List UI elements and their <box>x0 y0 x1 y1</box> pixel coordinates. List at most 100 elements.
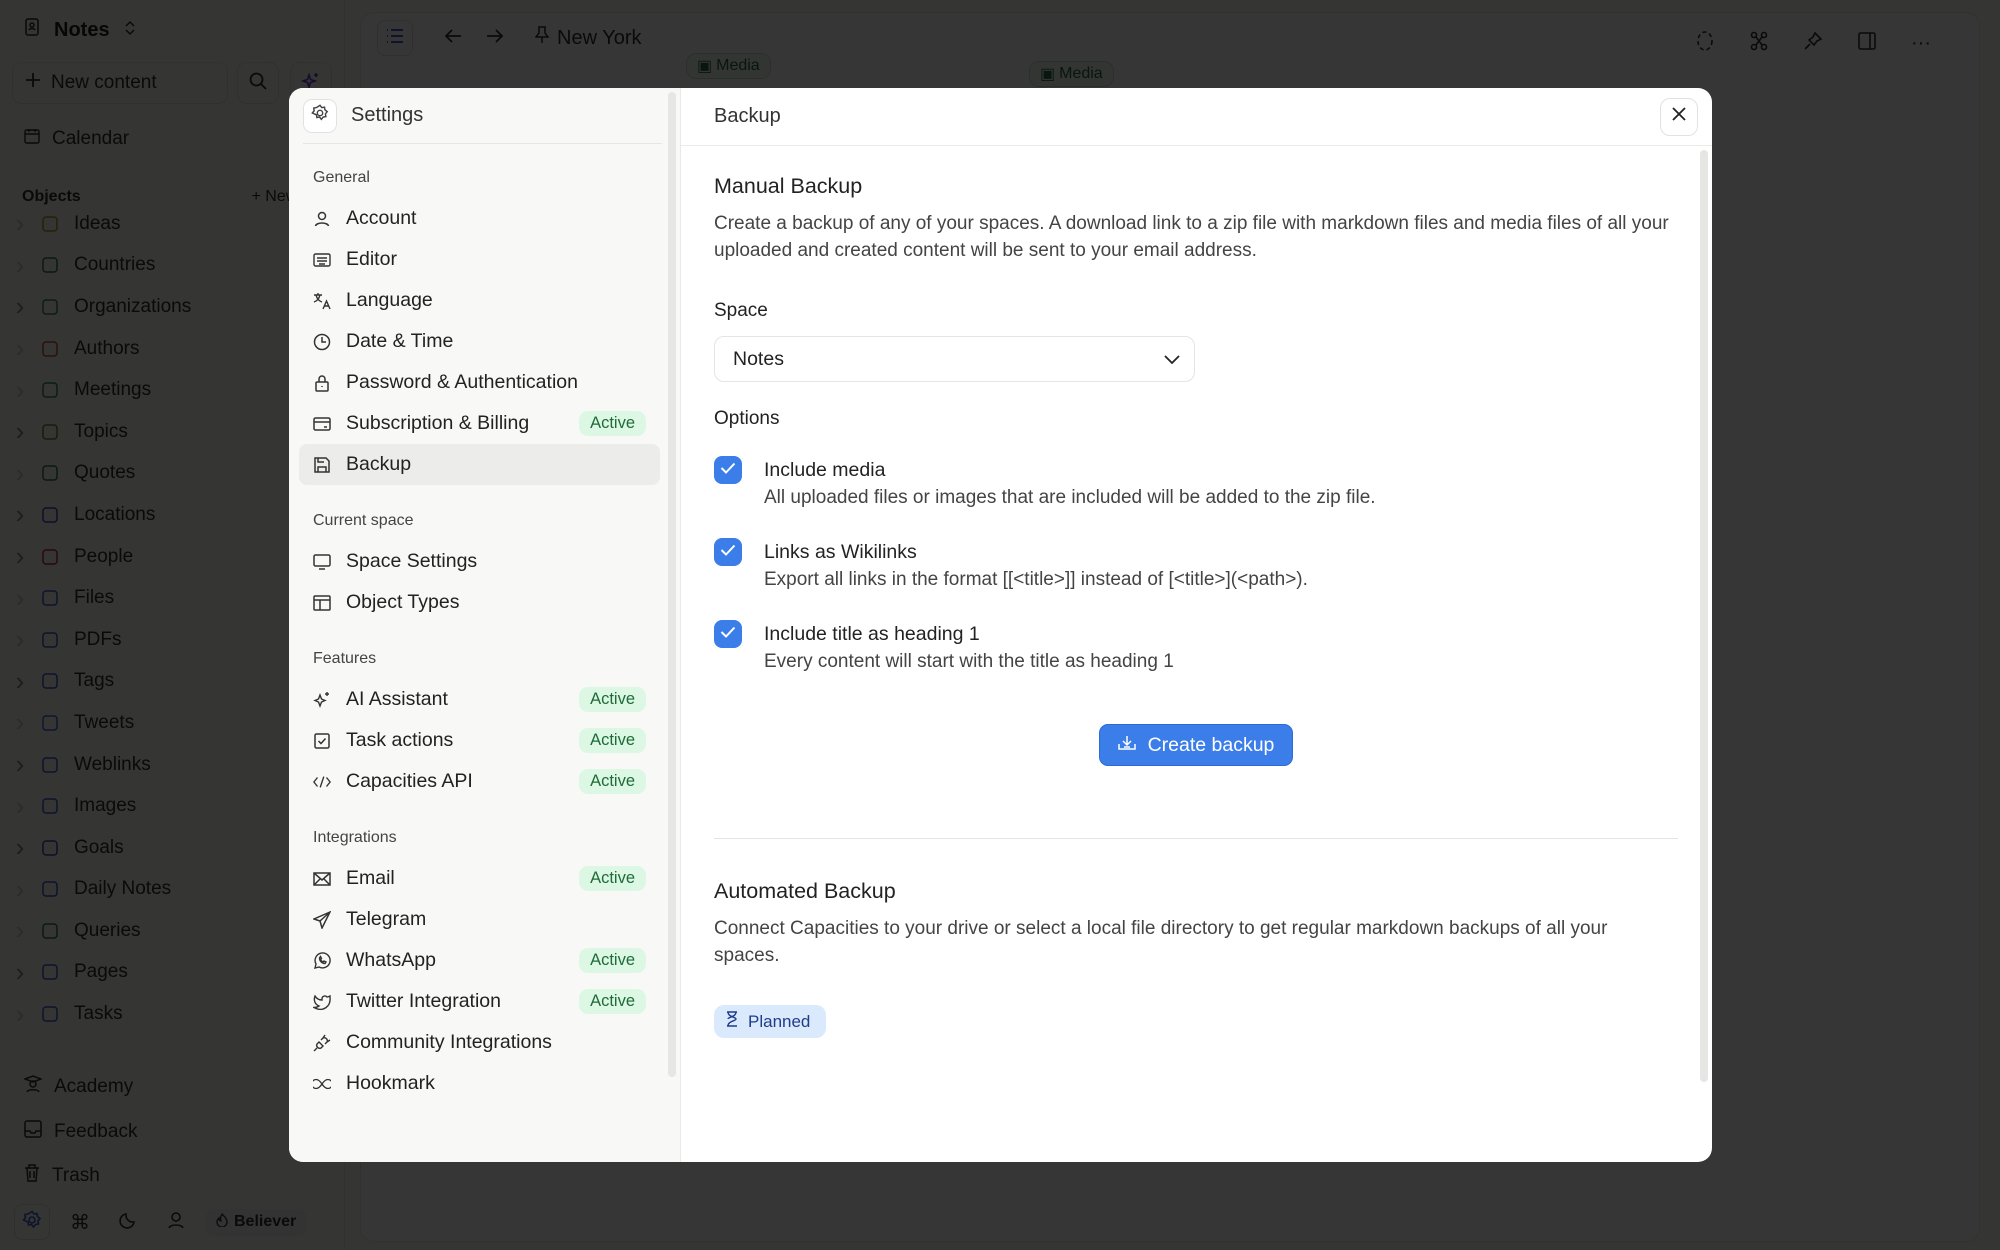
option-checkbox[interactable] <box>714 620 742 648</box>
sparkles-icon <box>313 691 331 709</box>
whatsapp-icon <box>313 951 331 970</box>
nav-item-label: Space Settings <box>346 550 478 572</box>
nav-item-label: Object Types <box>346 591 460 613</box>
status-badge: Active <box>579 866 646 891</box>
translate-icon <box>313 292 331 310</box>
nav-item-label: Subscription & Billing <box>346 412 530 434</box>
check-icon <box>720 625 736 643</box>
manual-backup-description: Create a backup of any of your spaces. A… <box>714 213 1669 261</box>
planned-label: Planned <box>748 1011 811 1031</box>
content-scrollbar[interactable] <box>1700 150 1708 1082</box>
settings-nav-item[interactable]: Date & Time <box>299 321 660 362</box>
nav-item-label: Account <box>346 207 417 229</box>
plug-icon <box>313 1034 331 1052</box>
manual-backup-title: Manual Backup <box>714 174 863 198</box>
status-badge: Active <box>579 769 646 794</box>
options-label: Options <box>714 408 780 429</box>
settings-nav-item[interactable]: Language <box>299 280 660 321</box>
panel-header: Backup <box>681 88 1712 146</box>
settings-nav: Settings General Account Editor Language Dat… <box>289 88 681 1162</box>
option-description: Export all links in the format [[<title>… <box>764 569 1308 590</box>
settings-nav-item[interactable]: Password & Authentication <box>299 362 660 403</box>
settings-nav-item[interactable]: AI Assistant Active <box>299 679 660 720</box>
nav-item-label: Language <box>346 289 433 311</box>
twitter-icon <box>313 993 331 1011</box>
hourglass-icon <box>726 1011 738 1032</box>
close-icon <box>1671 106 1687 127</box>
section-label: Integrations <box>313 829 397 846</box>
settings-nav-item[interactable]: Community Integrations <box>299 1022 660 1063</box>
option-description: All uploaded files or images that are in… <box>764 487 1376 508</box>
nav-scrollbar[interactable] <box>668 92 676 1077</box>
option-checkbox[interactable] <box>714 538 742 566</box>
section-divider <box>714 838 1678 839</box>
save-icon <box>313 456 331 474</box>
settings-nav-item[interactable]: Hookmark <box>299 1063 660 1104</box>
backup-content: Manual Backup Create a backup of any of … <box>681 146 1712 1038</box>
status-badge: Active <box>579 687 646 712</box>
download-icon <box>1117 734 1136 757</box>
settings-modal: Settings General Account Editor Language Dat… <box>289 88 1712 1162</box>
settings-nav-item[interactable]: Twitter Integration Active <box>299 981 660 1022</box>
backup-option: Include media All uploaded files or image… <box>714 456 1678 512</box>
mail-icon <box>313 870 331 888</box>
nav-item-label: Date & Time <box>346 330 454 352</box>
nav-item-label: Hookmark <box>346 1072 435 1094</box>
create-backup-button[interactable]: Create backup <box>1098 724 1294 766</box>
automated-backup-description: Connect Capacities to your drive or sele… <box>714 918 1608 966</box>
lock-icon <box>313 374 331 392</box>
settings-header: Settings <box>303 88 662 144</box>
option-checkbox[interactable] <box>714 456 742 484</box>
settings-title: Settings <box>351 104 424 126</box>
settings-icon-box <box>303 98 337 133</box>
clock-icon <box>313 333 331 351</box>
nav-item-label: Task actions <box>346 729 454 751</box>
option-title: Links as Wikilinks <box>764 541 917 563</box>
option-description: Every content will start with the title … <box>764 651 1174 672</box>
settings-nav-item[interactable]: Email Active <box>299 858 660 899</box>
settings-nav-item[interactable]: Account <box>299 198 660 239</box>
option-text: Include title as heading 1 Every content … <box>764 620 1174 676</box>
backup-option: Links as Wikilinks Export all links in th… <box>714 538 1678 594</box>
check-icon <box>720 543 736 561</box>
settings-nav-item[interactable]: Editor <box>299 239 660 280</box>
automated-backup-title: Automated Backup <box>714 879 896 903</box>
settings-section: Features AI Assistant Active Task actions Ac… <box>289 645 680 802</box>
option-text: Include media All uploaded files or image… <box>764 456 1376 512</box>
section-label: Features <box>313 650 377 667</box>
option-title: Include media <box>764 459 886 481</box>
status-badge: Active <box>579 989 646 1014</box>
nav-item-label: Email <box>346 867 395 889</box>
settings-nav-item[interactable]: Space Settings <box>299 541 660 582</box>
backup-option: Include title as heading 1 Every content … <box>714 620 1678 676</box>
nav-item-label: Telegram <box>346 908 427 930</box>
settings-nav-item[interactable]: Telegram <box>299 899 660 940</box>
chevron-down-icon <box>1164 348 1180 371</box>
nav-item-label: Editor <box>346 248 397 270</box>
settings-nav-item[interactable]: WhatsApp Active <box>299 940 660 981</box>
send-icon <box>313 910 331 929</box>
credit-card-icon <box>313 415 331 433</box>
settings-nav-item[interactable]: Capacities API Active <box>299 761 660 802</box>
space-select-value: Notes <box>733 347 784 370</box>
settings-section: General Account Editor Language Date & Time P… <box>289 164 680 485</box>
status-badge: Active <box>579 728 646 753</box>
nav-item-label: AI Assistant <box>346 688 448 710</box>
nav-item-label: WhatsApp <box>346 949 436 971</box>
nav-item-label: Capacities API <box>346 770 473 792</box>
options-list: Include media All uploaded files or image… <box>714 456 1678 676</box>
close-button[interactable] <box>1660 97 1698 136</box>
settings-nav-item[interactable]: Task actions Active <box>299 720 660 761</box>
nav-item-label: Backup <box>346 453 412 475</box>
settings-sections: General Account Editor Language Date & Time P… <box>289 144 680 1104</box>
settings-nav-item[interactable]: Subscription & Billing Active <box>299 403 660 444</box>
user-icon <box>313 210 331 228</box>
section-label: General <box>313 169 370 186</box>
settings-nav-item[interactable]: Object Types <box>299 582 660 623</box>
create-backup-label: Create backup <box>1147 733 1275 756</box>
space-select[interactable]: Notes <box>714 336 1195 382</box>
settings-nav-item[interactable]: Backup <box>299 444 660 485</box>
layout-icon <box>313 594 331 612</box>
nav-item-label: Community Integrations <box>346 1031 552 1053</box>
gear-icon <box>311 104 329 127</box>
